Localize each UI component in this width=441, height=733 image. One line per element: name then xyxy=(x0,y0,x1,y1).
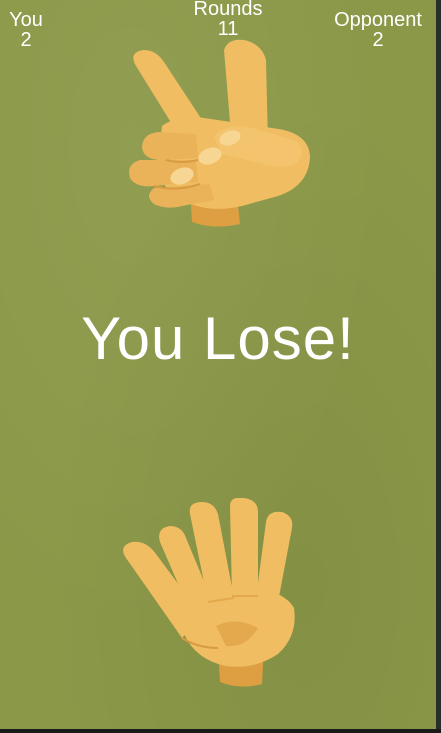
game-screen: You 2 Rounds 11 Opponent 2 You Lose! xyxy=(0,0,436,729)
paper-hand-icon xyxy=(118,497,318,690)
round-result-text: You Lose! xyxy=(81,305,355,372)
player-score: You 2 xyxy=(6,10,46,50)
opponent-score-value: 2 xyxy=(372,29,384,51)
player-score-label: You xyxy=(9,9,43,31)
opponent-score-label: Opponent xyxy=(334,9,422,31)
opponent-score: Opponent 2 xyxy=(326,10,430,50)
player-score-value: 2 xyxy=(20,29,32,51)
rounds-counter: Rounds 11 xyxy=(178,0,278,39)
window-frame-right xyxy=(436,0,441,733)
rounds-label: Rounds xyxy=(193,0,263,20)
scissors-hand-icon xyxy=(118,36,318,231)
window-frame-bottom xyxy=(0,729,441,733)
